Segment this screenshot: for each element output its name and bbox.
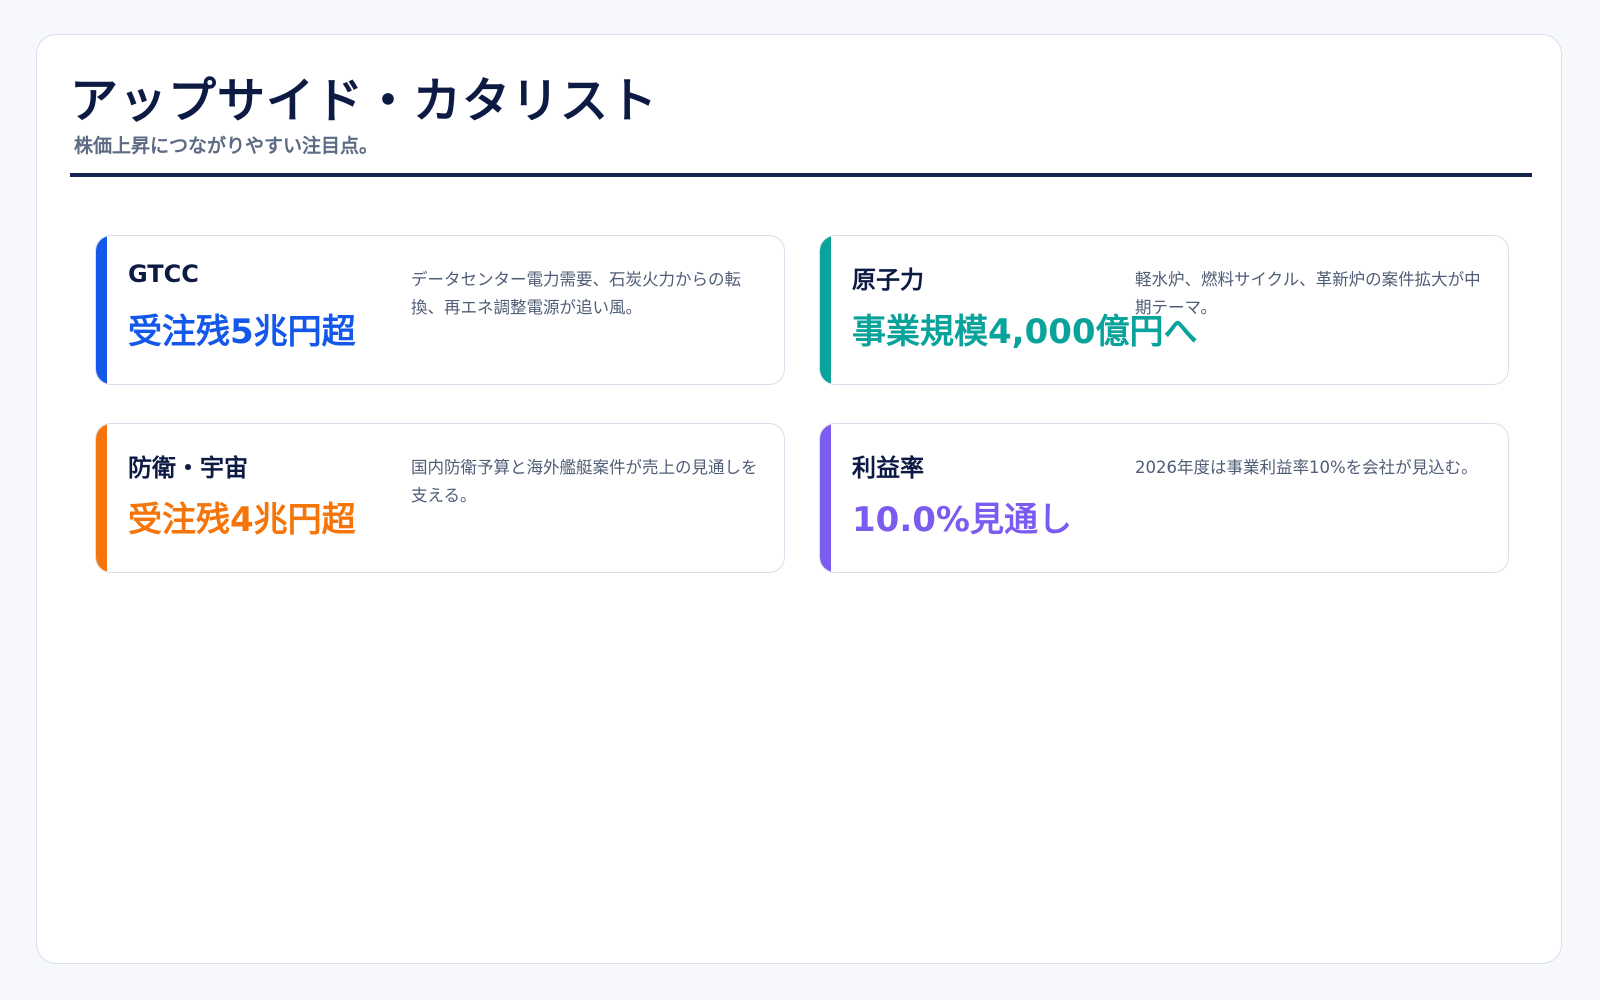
card-label: GTCC [128,260,199,288]
card-label: 利益率 [852,454,924,482]
card-description: データセンター電力需要、石炭火力からの転換、再エネ調整電源が追い風。 [411,270,741,317]
slide-panel: アップサイド・カタリスト 株価上昇につながりやすい注目点。 GTCC 受注残5兆… [36,34,1562,964]
catalyst-card-gtcc: GTCC 受注残5兆円超 データセンター電力需要、石炭火力からの転換、再エネ調整… [95,235,785,385]
card-description: 軽水炉、燃料サイクル、革新炉の案件拡大が中期テーマ。 [1135,270,1481,317]
card-accent-bar [820,236,831,384]
card-accent-bar [820,424,831,572]
card-label: 防衛・宇宙 [128,454,248,482]
page-title: アップサイド・カタリスト [70,73,659,129]
title-divider [70,173,1532,177]
card-metric: 受注残4兆円超 [128,500,356,540]
card-accent-bar [96,424,107,572]
card-metric: 受注残5兆円超 [128,312,356,352]
catalyst-card-profit-margin: 利益率 10.0%見通し 2026年度は事業利益率10%を会社が見込む。 [819,423,1509,573]
page-subtitle: 株価上昇につながりやすい注目点。 [74,135,379,157]
card-accent-bar [96,236,107,384]
card-metric: 10.0%見通し [852,500,1072,540]
card-description: 国内防衛予算と海外艦艇案件が売上の見通しを支える。 [411,458,758,505]
catalyst-card-defense-space: 防衛・宇宙 受注残4兆円超 国内防衛予算と海外艦艇案件が売上の見通しを支える。 [95,423,785,573]
card-description: 2026年度は事業利益率10%を会社が見込む。 [1135,458,1478,477]
catalyst-card-nuclear: 原子力 事業規模4,000億円へ 軽水炉、燃料サイクル、革新炉の案件拡大が中期テ… [819,235,1509,385]
card-label: 原子力 [852,266,924,294]
